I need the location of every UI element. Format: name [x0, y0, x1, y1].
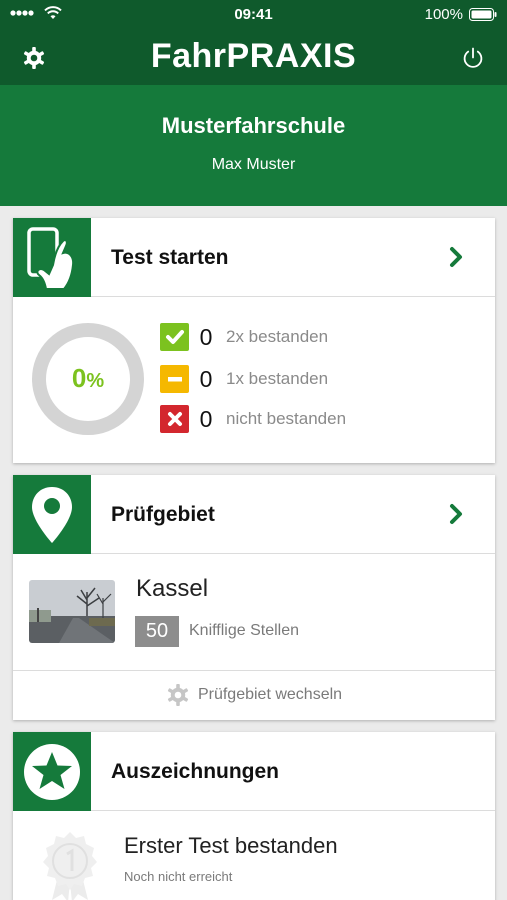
- status-right: 100%: [425, 6, 497, 23]
- school-header: Musterfahrschule Max Muster: [0, 85, 507, 206]
- progress-label: 0%: [30, 363, 146, 394]
- stat-row-passed-once: 0 1x bestanden: [160, 364, 328, 394]
- school-name: Musterfahrschule: [161, 113, 346, 138]
- stat-row-failed: 0 nicht bestanden: [160, 404, 346, 434]
- awards-card: Auszeichnungen Erster Test bestanden Noc…: [13, 732, 495, 900]
- hand-tablet-icon: [27, 226, 75, 290]
- user-name: Max Muster: [211, 156, 296, 173]
- progress-value: 0: [71, 363, 87, 393]
- power-icon: [463, 47, 483, 68]
- status-bar: 09:41 100%: [0, 0, 507, 30]
- area-card: Prüfgebiet Kassel 50 Knifflige Stellen P…: [13, 475, 495, 720]
- award-title: Erster Test bestanden: [124, 833, 338, 858]
- city-thumbnail: [29, 580, 115, 643]
- city-name: Kassel: [136, 575, 209, 602]
- map-pin-icon: [32, 486, 72, 543]
- logout-button[interactable]: [457, 42, 489, 74]
- gear-icon: [167, 684, 189, 706]
- x-icon: [160, 405, 189, 433]
- stat-label: 1x bestanden: [226, 369, 329, 388]
- switch-area-label: Prüfgebiet wechseln: [197, 686, 343, 703]
- tricky-spots-count: 50: [135, 616, 179, 647]
- tricky-spots-label: Knifflige Stellen: [189, 622, 299, 639]
- battery-percent: 100%: [424, 6, 463, 23]
- test-card-icon-box: [13, 218, 91, 297]
- nav-bar: FahrPRAXIS: [0, 30, 507, 85]
- star-badge-icon: [24, 743, 80, 800]
- check-icon: [160, 323, 189, 351]
- awards-card-icon-box: [13, 732, 91, 811]
- battery-icon: [469, 8, 497, 21]
- test-card-title: Test starten: [111, 246, 229, 269]
- progress-ring: 0%: [30, 321, 146, 437]
- area-row[interactable]: Prüfgebiet: [13, 475, 495, 554]
- award-badge-icon: [43, 832, 97, 900]
- stat-count: 0: [199, 405, 213, 432]
- area-card-icon-box: [13, 475, 91, 554]
- awards-row[interactable]: Auszeichnungen: [13, 732, 495, 811]
- chevron-right-icon: [450, 504, 462, 524]
- minus-icon: [160, 365, 189, 393]
- stat-label: nicht bestanden: [226, 409, 347, 428]
- progress-unit: %: [86, 370, 105, 392]
- test-card: Test starten 0% 0 2x bestanden 0 1x best…: [13, 218, 495, 463]
- switch-area-button[interactable]: Prüfgebiet wechseln: [13, 671, 495, 719]
- app-title: FahrPRAXIS: [150, 37, 357, 75]
- test-start-row[interactable]: Test starten: [13, 218, 495, 297]
- stat-count: 0: [199, 365, 213, 392]
- awards-card-title: Auszeichnungen: [111, 760, 280, 783]
- stat-label: 2x bestanden: [226, 327, 329, 346]
- area-card-title: Prüfgebiet: [111, 503, 215, 526]
- chevron-right-icon: [450, 247, 462, 267]
- award-status: Noch nicht erreicht: [124, 869, 233, 884]
- stat-row-passed-twice: 0 2x bestanden: [160, 322, 328, 352]
- stat-count: 0: [199, 323, 213, 350]
